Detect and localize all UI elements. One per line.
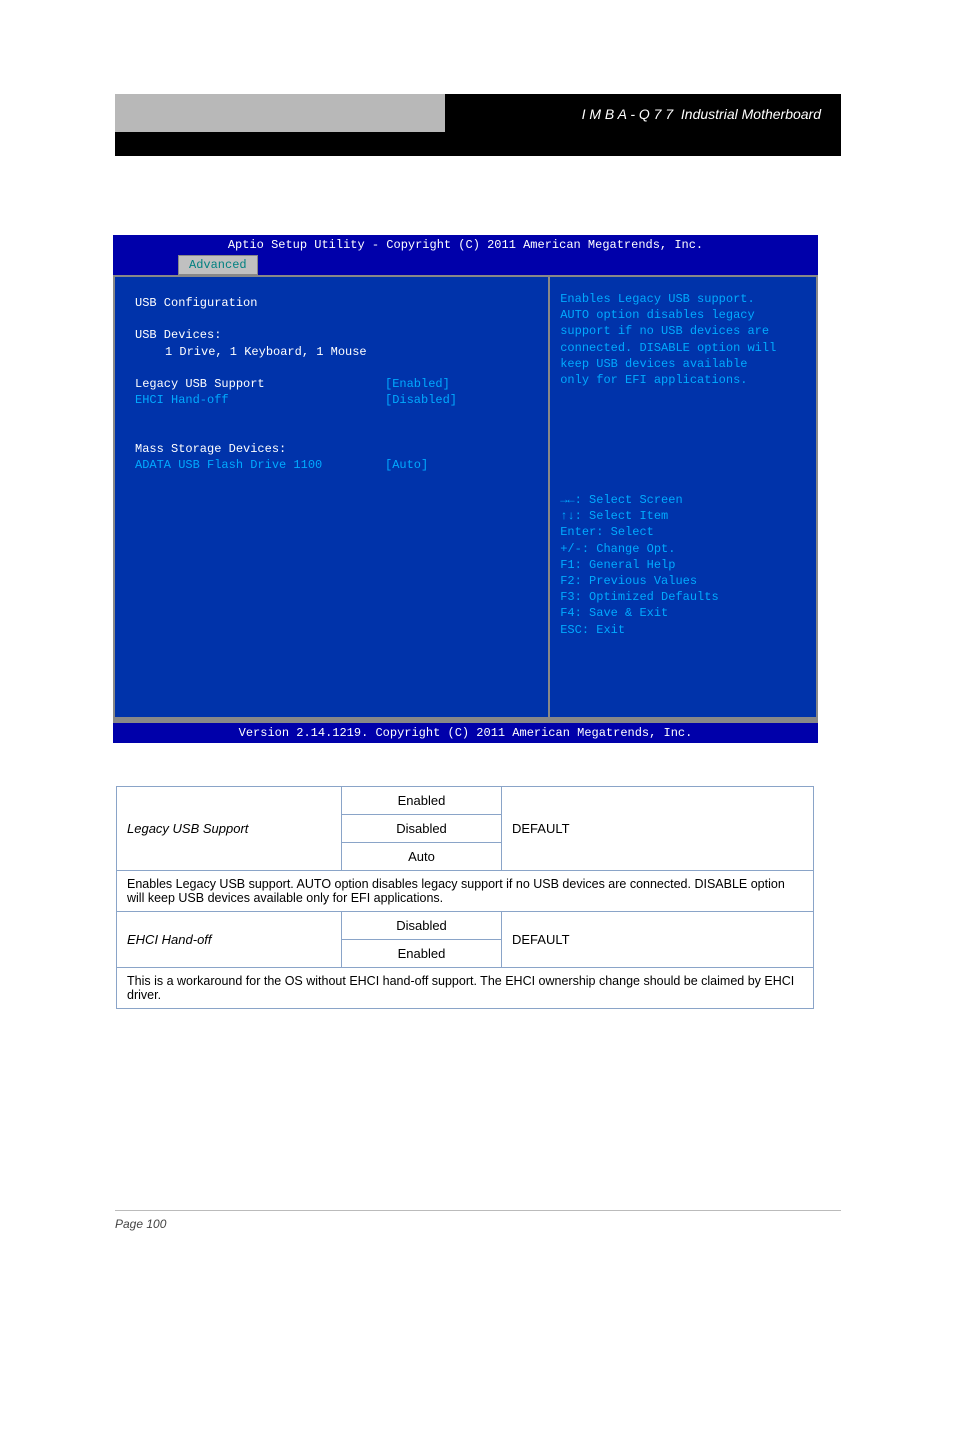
header-model: I M B A - Q 7 7	[582, 106, 674, 122]
opt-default: DEFAULT	[502, 912, 814, 968]
opt-value: Disabled	[342, 815, 502, 843]
help-line: Enables Legacy USB support.	[560, 291, 806, 307]
help-line: support if no USB devices are	[560, 323, 806, 339]
opt-description: This is a workaround for the OS without …	[117, 968, 814, 1009]
mass-item-label: ADATA USB Flash Drive 1100	[135, 457, 385, 473]
setting-row[interactable]: Legacy USB Support [Enabled]	[135, 376, 528, 392]
key-hint: ↑↓: Select Item	[560, 508, 718, 524]
opt-value: Enabled	[342, 940, 502, 968]
key-hint: →←: Select Screen	[560, 492, 718, 508]
opt-value: Auto	[342, 843, 502, 871]
help-line: only for EFI applications.	[560, 372, 806, 388]
options-table: Legacy USB Support Enabled DEFAULT Disab…	[116, 786, 814, 1009]
key-hint: +/-: Change Opt.	[560, 541, 718, 557]
bios-tab-row: Advanced	[113, 255, 818, 275]
key-hint: F2: Previous Values	[560, 573, 718, 589]
help-line: AUTO option disables legacy	[560, 307, 806, 323]
section-title: USB Configuration	[135, 295, 528, 311]
setting-row[interactable]: ADATA USB Flash Drive 1100 [Auto]	[135, 457, 528, 473]
table-row: Enables Legacy USB support. AUTO option …	[117, 871, 814, 912]
key-hint: F3: Optimized Defaults	[560, 589, 718, 605]
table-row: EHCI Hand-off Disabled DEFAULT	[117, 912, 814, 940]
opt-label: EHCI Hand-off	[117, 912, 342, 968]
setting-row[interactable]: EHCI Hand-off [Disabled]	[135, 392, 528, 408]
opt-default: DEFAULT	[502, 787, 814, 871]
setting-label: EHCI Hand-off	[135, 392, 385, 408]
opt-value: Disabled	[342, 912, 502, 940]
table-row: Legacy USB Support Enabled DEFAULT	[117, 787, 814, 815]
bios-title: Aptio Setup Utility - Copyright (C) 2011…	[113, 235, 818, 255]
opt-label: Legacy USB Support	[117, 787, 342, 871]
bios-main-panel: USB Configuration USB Devices: 1 Drive, …	[115, 277, 550, 717]
page-number: Page 100	[115, 1217, 166, 1231]
tab-advanced[interactable]: Advanced	[178, 255, 258, 275]
bios-version: Version 2.14.1219. Copyright (C) 2011 Am…	[113, 723, 818, 743]
devices-label: USB Devices:	[135, 327, 528, 343]
help-line: keep USB devices available	[560, 356, 806, 372]
setting-label: Legacy USB Support	[135, 376, 385, 392]
mass-storage-label: Mass Storage Devices:	[135, 441, 528, 457]
key-hint: F1: General Help	[560, 557, 718, 573]
page-footer: Page 100	[115, 1210, 841, 1231]
mass-item-value: [Auto]	[385, 457, 428, 473]
bios-help-panel: Enables Legacy USB support. AUTO option …	[550, 277, 816, 717]
header-product-text: Industrial Motherboard	[681, 106, 821, 122]
help-line: connected. DISABLE option will	[560, 340, 806, 356]
bios-body: USB Configuration USB Devices: 1 Drive, …	[113, 275, 818, 717]
table-row: This is a workaround for the OS without …	[117, 968, 814, 1009]
opt-description: Enables Legacy USB support. AUTO option …	[117, 871, 814, 912]
opt-value: Enabled	[342, 787, 502, 815]
key-hint: Enter: Select	[560, 524, 718, 540]
key-hint: F4: Save & Exit	[560, 605, 718, 621]
key-hints: →←: Select Screen ↑↓: Select Item Enter:…	[560, 492, 718, 638]
header-grey-block	[115, 94, 445, 132]
doc-header: I M B A - Q 7 7 Industrial Motherboard	[115, 94, 841, 156]
setting-value: [Enabled]	[385, 376, 450, 392]
devices-value: 1 Drive, 1 Keyboard, 1 Mouse	[135, 344, 528, 360]
setting-value: [Disabled]	[385, 392, 457, 408]
bios-screenshot: Aptio Setup Utility - Copyright (C) 2011…	[113, 235, 818, 743]
header-product: I M B A - Q 7 7 Industrial Motherboard	[445, 94, 841, 156]
key-hint: ESC: Exit	[560, 622, 718, 638]
